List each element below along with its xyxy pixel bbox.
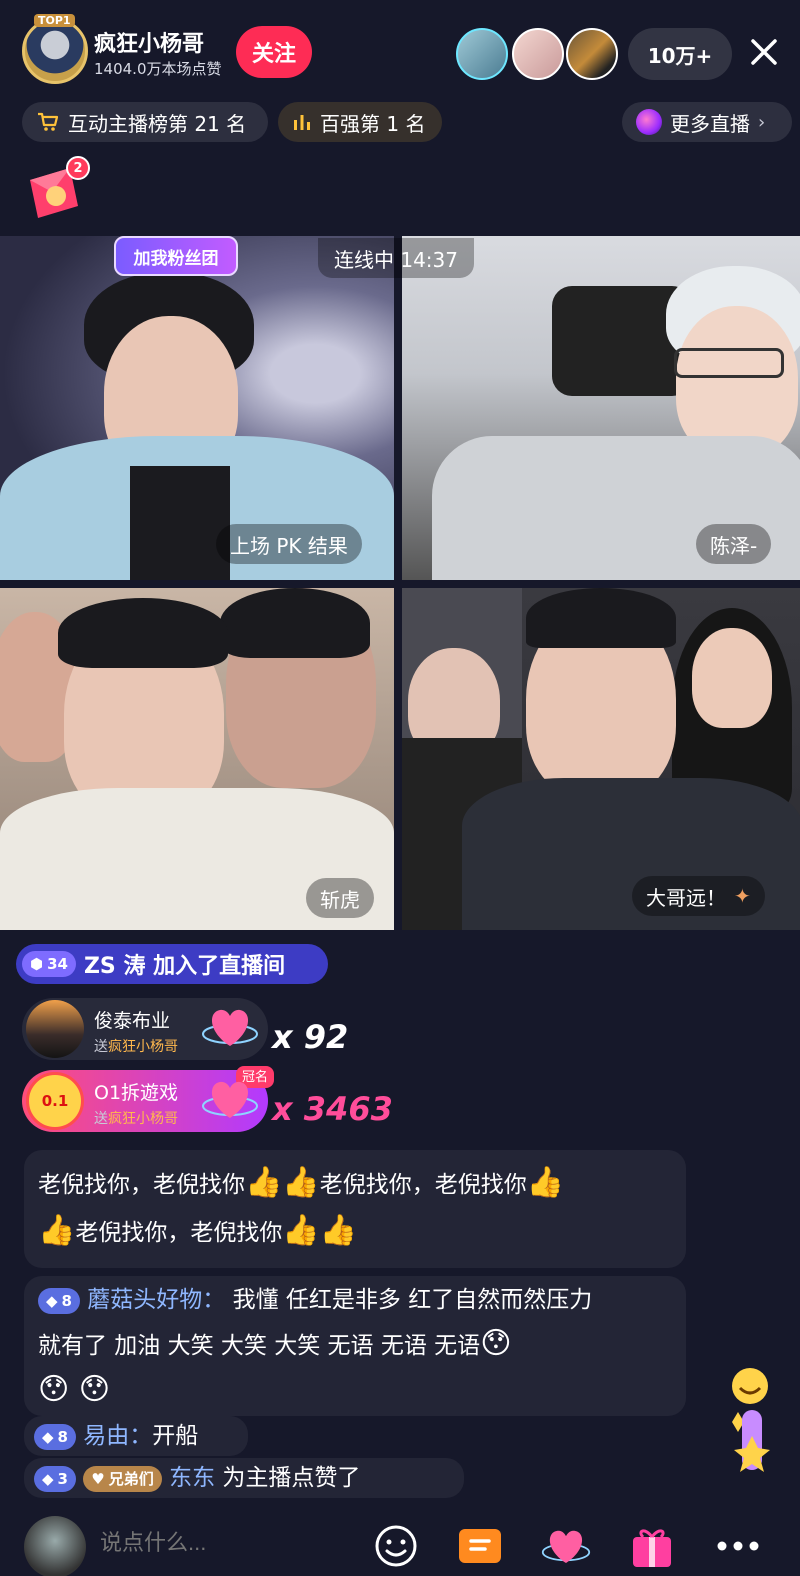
tile-label: 陈泽-	[696, 524, 772, 564]
heart-icon	[541, 1530, 591, 1563]
thumbs-up-icon: 👍👍	[282, 1213, 358, 1248]
live-icon	[636, 109, 662, 135]
emoji-button[interactable]	[370, 1520, 422, 1572]
interactive-rank-label: 互动主播榜第 21 名	[68, 111, 247, 136]
floating-likes-icon	[732, 1368, 770, 1472]
more-live-label: 更多直播	[670, 111, 750, 136]
follow-button[interactable]: 关注	[236, 26, 312, 78]
gift-recipient: 送疯狂小杨哥	[94, 1039, 178, 1055]
glasses	[674, 348, 784, 378]
guest-hair	[220, 588, 370, 658]
host-name[interactable]: 疯狂小杨哥	[94, 26, 204, 58]
link-timer: 连线中 14:37	[318, 238, 474, 278]
close-button[interactable]	[742, 30, 786, 74]
gift-sender-avatar[interactable]	[26, 1000, 84, 1058]
sale-icon: 0.1	[41, 1092, 69, 1110]
chat-message: ◆ 8 蘑菇头好物： 我懂 任红是非多 红了自然而然压力 就有了 加油 大笑 大笑…	[24, 1276, 686, 1416]
gift-recipient: 送疯狂小杨哥	[94, 1111, 178, 1127]
interactive-rank-pill[interactable]: 互动主播榜第 21 名	[22, 102, 268, 142]
viewer-avatar[interactable]	[456, 28, 508, 80]
video-tile-1[interactable]: 上场 PK 结果	[0, 236, 394, 580]
diamond-icon: ◆	[42, 1469, 54, 1488]
streamer-shirt	[130, 466, 230, 580]
runner-icon: ✦	[734, 884, 751, 908]
comment-input[interactable]	[100, 1530, 300, 1556]
wow-face-icon: 😯	[480, 1326, 512, 1361]
join-notification: ⬢ 34 ZS 涛 加入了直播间	[16, 944, 328, 984]
diamond-icon: ◆	[42, 1427, 54, 1446]
viewer-avatar[interactable]	[512, 28, 564, 80]
thumbs-up-icon: 👍👍	[245, 1165, 320, 1200]
cart-icon	[38, 112, 59, 131]
more-dots-icon	[717, 1541, 759, 1551]
more-live-button[interactable]: 更多直播 ›	[622, 102, 792, 142]
gift-count: x 92	[272, 1018, 349, 1056]
thumbs-up-icon: 👍	[38, 1213, 76, 1248]
chat-message: ◆ 8 易由：开船	[24, 1416, 248, 1456]
tile-label: 斩虎	[306, 878, 374, 918]
video-tile-2[interactable]: 陈泽-	[402, 236, 800, 580]
host-likes: 1404.0万本场点赞	[94, 60, 222, 78]
top100-rank-label: 百强第 1 名	[320, 111, 426, 136]
thumbs-up-icon: 👍	[526, 1165, 565, 1200]
chat-username[interactable]: 易由：	[83, 1423, 152, 1449]
video-tile-4[interactable]: 大哥远！ ✦	[402, 588, 800, 930]
hexagon-icon: ⬢	[30, 955, 44, 973]
streamer-hair	[526, 588, 676, 648]
fan-club-badge: ♥ 兄弟们	[83, 1465, 162, 1492]
join-text: ZS 涛 加入了直播间	[83, 954, 286, 979]
cart-icon	[459, 1529, 501, 1563]
chevron-right-icon: ›	[758, 111, 766, 133]
user-level-badge: ◆ 3	[34, 1465, 76, 1492]
gift-sender-name: O1拆遊戏	[94, 1082, 179, 1104]
guest-face	[692, 628, 772, 728]
chat-message-text: ◆ 8 蘑菇头好物： 我懂 任红是非多 红了自然而然压力 就有了 加油 大笑 大笑…	[24, 1276, 686, 1416]
chat-username[interactable]: 蘑菇头好物：	[87, 1287, 225, 1313]
user-level-badge: ◆ 8	[34, 1423, 76, 1450]
user-level-badge: ◆ 8	[38, 1287, 80, 1314]
user-level-badge: ⬢ 34	[22, 951, 76, 977]
gift-sender-name: 俊泰布业	[94, 1010, 171, 1032]
shop-button[interactable]	[454, 1520, 506, 1572]
gift-sender-avatar[interactable]: 0.1	[26, 1072, 84, 1130]
streamer-face	[676, 306, 798, 456]
red-packet-badge: 2	[66, 156, 90, 180]
wow-face-icon: 😯 😯	[38, 1372, 111, 1407]
host-avatar[interactable]	[22, 18, 88, 84]
video-tile-3[interactable]: 斩虎	[0, 588, 394, 930]
viewer-avatar[interactable]	[566, 28, 618, 80]
like-button[interactable]	[540, 1520, 592, 1572]
chat-message-text: ◆ 3 ♥ 兄弟们 东东 为主播点赞了	[24, 1458, 464, 1498]
heart-gift-icon	[202, 1081, 258, 1118]
heart-gift-icon	[202, 1009, 258, 1046]
viewers-count[interactable]: 10万+	[628, 28, 732, 80]
my-avatar[interactable]	[24, 1516, 86, 1576]
chat-username[interactable]: 东东	[169, 1465, 215, 1491]
heart-icon: ♥	[91, 1469, 105, 1488]
top100-rank-pill[interactable]: 百强第 1 名	[278, 102, 442, 142]
gift-button[interactable]	[626, 1520, 678, 1572]
tile-label: 大哥远！ ✦	[632, 876, 765, 916]
gift-icon	[633, 1529, 671, 1567]
chat-message: ◆ 3 ♥ 兄弟们 东东 为主播点赞了	[24, 1458, 464, 1498]
top-badge: TOP1	[34, 14, 75, 27]
more-button[interactable]	[712, 1520, 764, 1572]
chat-message-text: 老倪找你，老倪找你👍👍老倪找你，老倪找你👍 👍老倪找你，老倪找你👍👍	[24, 1150, 686, 1256]
streamer-hair	[58, 598, 228, 668]
chat-message-text: ◆ 8 易由：开船	[24, 1416, 248, 1456]
smile-icon	[375, 1525, 417, 1567]
gift-count: x 3463	[272, 1090, 393, 1128]
diamond-icon: ◆	[46, 1291, 58, 1310]
fan-club-banner[interactable]: 加我粉丝团	[114, 236, 238, 276]
bar-chart-icon	[294, 115, 310, 130]
tile-label: 上场 PK 结果	[216, 524, 362, 564]
chat-message: 老倪找你，老倪找你👍👍老倪找你，老倪找你👍 👍老倪找你，老倪找你👍👍	[24, 1150, 686, 1268]
close-icon	[751, 39, 777, 65]
